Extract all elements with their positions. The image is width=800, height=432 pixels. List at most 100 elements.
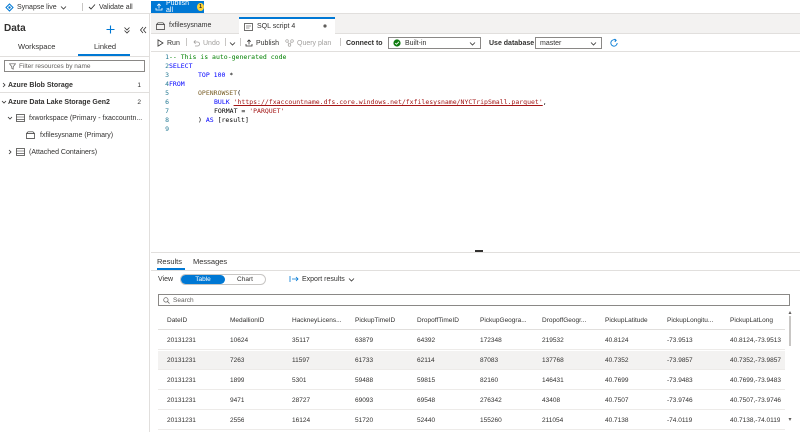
publish-all-button[interactable]: Publish all 1 (151, 0, 204, 14)
export-results-button[interactable]: Export results (289, 275, 355, 283)
section-azure-blob-storage[interactable]: Azure Blob Storage 1 (0, 79, 150, 91)
use-database-value: master (540, 39, 562, 47)
tab-fxfilesysname[interactable]: fxfilesysname (151, 17, 239, 34)
column-header[interactable]: HackneyLicens... (292, 311, 342, 330)
collapse-all-icon[interactable] (123, 26, 131, 34)
tab-label: SQL script 4 (257, 23, 296, 30)
tree-item-attached-containers[interactable]: (Attached Containers) (0, 146, 150, 158)
table-cell: -73.9483 (667, 377, 693, 384)
code-line: 8 ) AS [result] (151, 116, 249, 125)
table-cell: 87083 (480, 357, 499, 364)
export-icon (289, 275, 299, 283)
unsaved-dot-icon[interactable] (323, 24, 327, 28)
double-chevron-left-icon[interactable] (139, 26, 147, 34)
table-cell: 276342 (480, 397, 502, 404)
code-editor[interactable]: 1 -- This is auto-generated code 2 SELEC… (151, 52, 800, 252)
use-database-select[interactable]: master (535, 37, 602, 49)
column-header[interactable]: PickupLongitu... (667, 311, 713, 330)
table-cell: 16124 (292, 417, 311, 424)
table-cell: 69093 (355, 397, 374, 404)
panel-actions (106, 25, 147, 34)
undo-button[interactable]: Undo (192, 38, 220, 48)
table-row[interactable]: 20131231 10624 35117 63879 64392 172348 … (158, 331, 785, 350)
table-cell: 40.7138,-74.0119 (730, 417, 781, 424)
section-azure-data-lake-storage[interactable]: Azure Data Lake Storage Gen2 2 (0, 96, 150, 108)
table-cell: 2556 (230, 417, 245, 424)
code-text: ( (237, 89, 242, 97)
results-search-input[interactable]: Search (158, 294, 790, 306)
use-database-label: Use database (489, 39, 535, 47)
chevron-down-icon (6, 115, 14, 121)
divider (240, 38, 241, 46)
workspace-mode-dropdown[interactable]: Synapse live (5, 2, 67, 12)
table-cell: 40.8124,-73.9513 (730, 337, 781, 344)
results-scrollbar[interactable] (788, 311, 792, 421)
divider (225, 38, 226, 46)
view-toggle[interactable]: Table Chart (180, 274, 266, 285)
table-row[interactable]: 20131231 2556 16124 51720 52440 155260 2… (158, 411, 785, 430)
tab-linked[interactable]: Linked (94, 42, 116, 51)
table-cell: 52440 (417, 417, 436, 424)
table-row[interactable]: 20131231 7263 11597 61733 62114 87083 13… (158, 351, 785, 370)
column-header[interactable]: PickupGeogra... (480, 311, 527, 330)
tree-item-fxworkspace[interactable]: fxworkspace (Primary - fxaccountn... (0, 112, 150, 124)
divider (0, 92, 150, 93)
refresh-button[interactable] (609, 38, 619, 48)
search-placeholder: Search (173, 296, 194, 304)
add-icon[interactable] (106, 25, 115, 34)
table-cell: 20131231 (167, 337, 196, 344)
table-cell: 40.8124 (605, 337, 629, 344)
tab-messages[interactable]: Messages (193, 257, 227, 266)
table-cell: 40.7507 (605, 397, 629, 404)
tree-item-fxfilesysname[interactable]: fxfilesysname (Primary) (0, 129, 150, 141)
tab-workspace[interactable]: Workspace (18, 42, 55, 51)
query-plan-button[interactable]: Query plan (285, 38, 331, 48)
table-cell: 51720 (355, 417, 374, 424)
filter-placeholder: Filter resources by name (19, 62, 91, 70)
code-line: 3 TOP 100 * (151, 71, 233, 80)
column-header[interactable]: PickupTimeID (355, 311, 395, 330)
undo-dropdown[interactable] (229, 38, 236, 48)
editor-tab-bar: fxfilesysname SQL script 4 (151, 14, 800, 34)
table-cell: 7263 (230, 357, 245, 364)
table-header-row: DateID MedallionID HackneyLicens... Pick… (158, 311, 785, 330)
chevron-down-icon (60, 4, 67, 11)
view-chart-option[interactable]: Chart (225, 275, 265, 284)
table-cell: 43408 (542, 397, 561, 404)
code-text: 'https://fxaccountname.dfs.core.windows.… (233, 98, 543, 106)
filter-icon (9, 62, 16, 70)
code-text: BULK (214, 98, 230, 106)
table-cell: 20131231 (167, 357, 196, 364)
connected-check-icon (393, 39, 401, 47)
table-cell: 219532 (542, 337, 564, 344)
column-header[interactable]: PickupLatLong (730, 311, 773, 330)
table-cell: 59815 (417, 377, 436, 384)
table-cell: 10624 (230, 337, 249, 344)
table-cell: 82160 (480, 377, 499, 384)
validate-all-button[interactable]: Validate all (88, 2, 133, 12)
publish-button[interactable]: Publish (245, 38, 279, 48)
filter-resources-input[interactable]: Filter resources by name (4, 60, 145, 72)
column-header[interactable]: DropoffTimeID (417, 311, 459, 330)
run-button[interactable]: Run (157, 38, 180, 48)
column-header[interactable]: DateID (167, 311, 187, 330)
tab-sql-script-4[interactable]: SQL script 4 (239, 17, 335, 34)
upload-icon (155, 3, 163, 11)
table-cell: 40.7507,-73.9746 (730, 397, 781, 404)
column-header[interactable]: DropoffGeogr... (542, 311, 586, 330)
line-number: 1 (165, 53, 169, 61)
divider (151, 270, 800, 271)
connect-to-select[interactable]: Built-in (388, 37, 481, 49)
table-cell: 62114 (417, 357, 435, 364)
column-header[interactable]: PickupLatitude (605, 311, 648, 330)
table-row[interactable]: 20131231 1899 5301 59488 59815 82160 146… (158, 371, 785, 390)
column-header[interactable]: MedallionID (230, 311, 264, 330)
query-plan-icon (285, 39, 294, 47)
connect-to-value: Built-in (405, 39, 427, 47)
code-text: ) (198, 116, 206, 124)
tab-results[interactable]: Results (157, 257, 182, 266)
table-row[interactable]: 20131231 9471 28727 69093 69548 276342 4… (158, 391, 785, 410)
splitter-handle[interactable] (475, 250, 483, 252)
view-table-option[interactable]: Table (181, 275, 225, 284)
undo-label: Undo (203, 39, 220, 47)
